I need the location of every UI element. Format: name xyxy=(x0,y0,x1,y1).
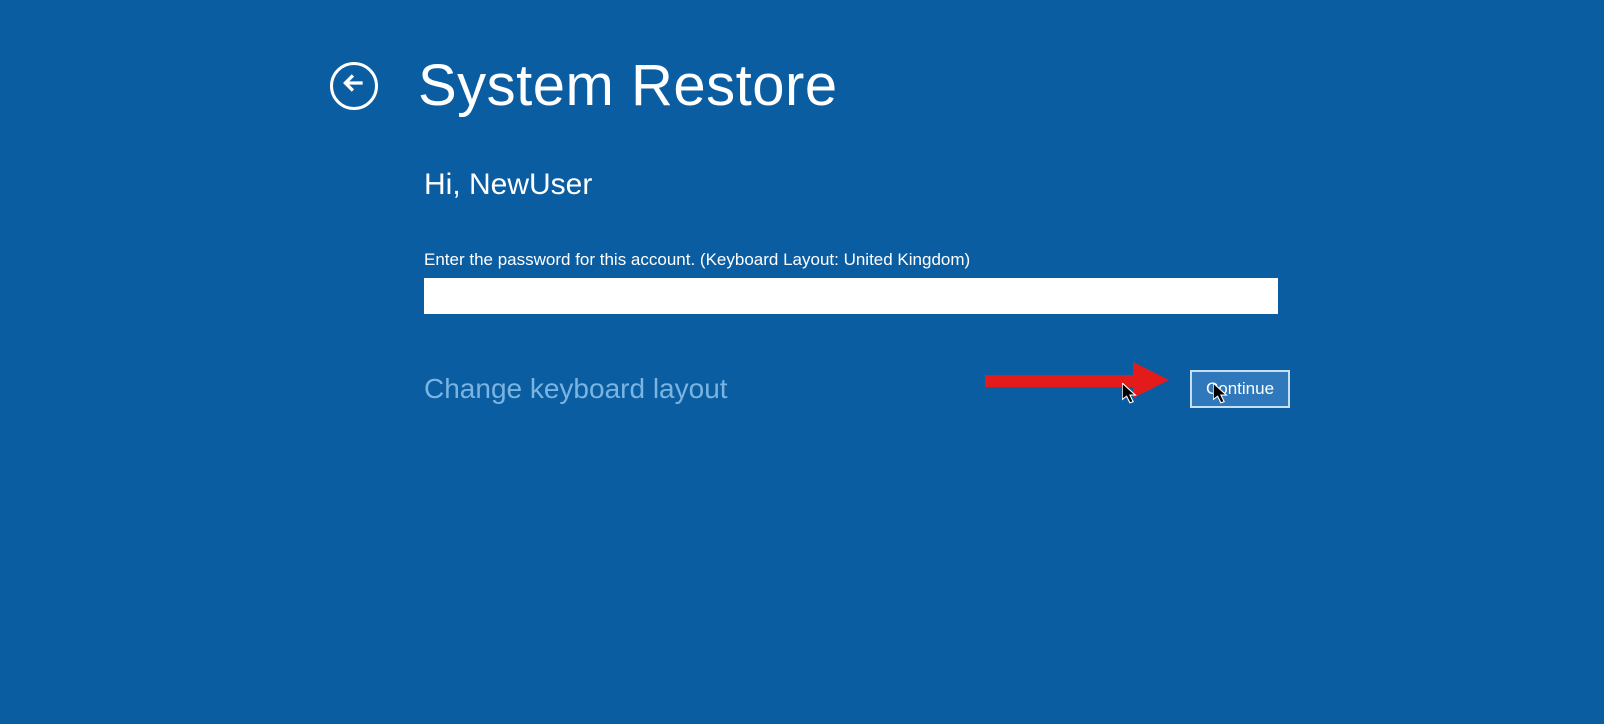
content-area: Hi, NewUser Enter the password for this … xyxy=(424,168,1284,408)
back-button[interactable] xyxy=(330,62,378,110)
back-arrow-icon xyxy=(341,70,367,101)
greeting-text: Hi, NewUser xyxy=(424,168,1284,202)
password-label: Enter the password for this account. (Ke… xyxy=(424,250,1284,270)
bottom-row: Change keyboard layout Continue xyxy=(424,370,1290,408)
change-keyboard-layout-link[interactable]: Change keyboard layout xyxy=(424,373,728,405)
page-title: System Restore xyxy=(418,52,838,119)
password-input[interactable] xyxy=(424,278,1278,314)
continue-button-label: Continue xyxy=(1206,379,1274,399)
continue-button[interactable]: Continue xyxy=(1190,370,1290,408)
header-row: System Restore xyxy=(330,52,838,119)
